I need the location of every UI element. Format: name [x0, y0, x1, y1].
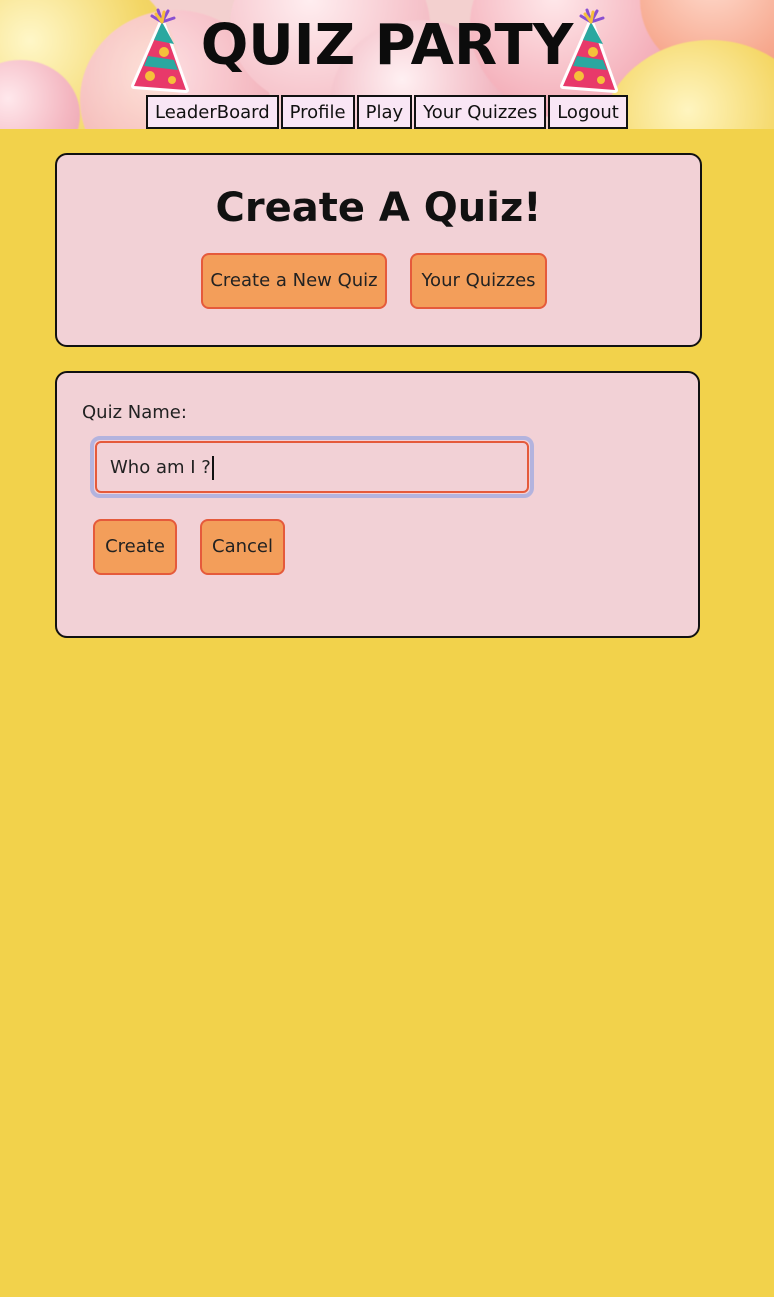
quiz-name-label: Quiz Name:	[82, 402, 187, 423]
main-nav: LeaderBoard Profile Play Your Quizzes Lo…	[146, 95, 628, 129]
text-caret	[211, 456, 214, 480]
quiz-name-value: Who am I ?	[110, 457, 211, 478]
party-hat-icon	[560, 8, 618, 93]
your-quizzes-button[interactable]: Your Quizzes	[410, 253, 547, 309]
focus-ring: Who am I ?	[90, 436, 534, 498]
nav-profile[interactable]: Profile	[280, 95, 355, 129]
create-button[interactable]: Create	[93, 519, 177, 575]
site-title: QUIZ PARTY	[200, 13, 574, 78]
create-quiz-card: Create A Quiz! Create a New Quiz Your Qu…	[55, 153, 702, 347]
create-new-quiz-button[interactable]: Create a New Quiz	[201, 253, 387, 309]
quiz-name-form: Quiz Name: Who am I ? Create Cancel	[55, 371, 700, 638]
nav-your-quizzes[interactable]: Your Quizzes	[414, 95, 547, 129]
nav-play[interactable]: Play	[356, 95, 413, 129]
page-title: Create A Quiz!	[215, 185, 542, 231]
quiz-name-input[interactable]: Who am I ?	[95, 441, 529, 493]
nav-leaderboard[interactable]: LeaderBoard	[146, 95, 279, 129]
site-header: QUIZ PARTY LeaderBoard Profile Play Your…	[0, 0, 774, 129]
cancel-button[interactable]: Cancel	[200, 519, 285, 575]
nav-logout[interactable]: Logout	[548, 95, 628, 129]
